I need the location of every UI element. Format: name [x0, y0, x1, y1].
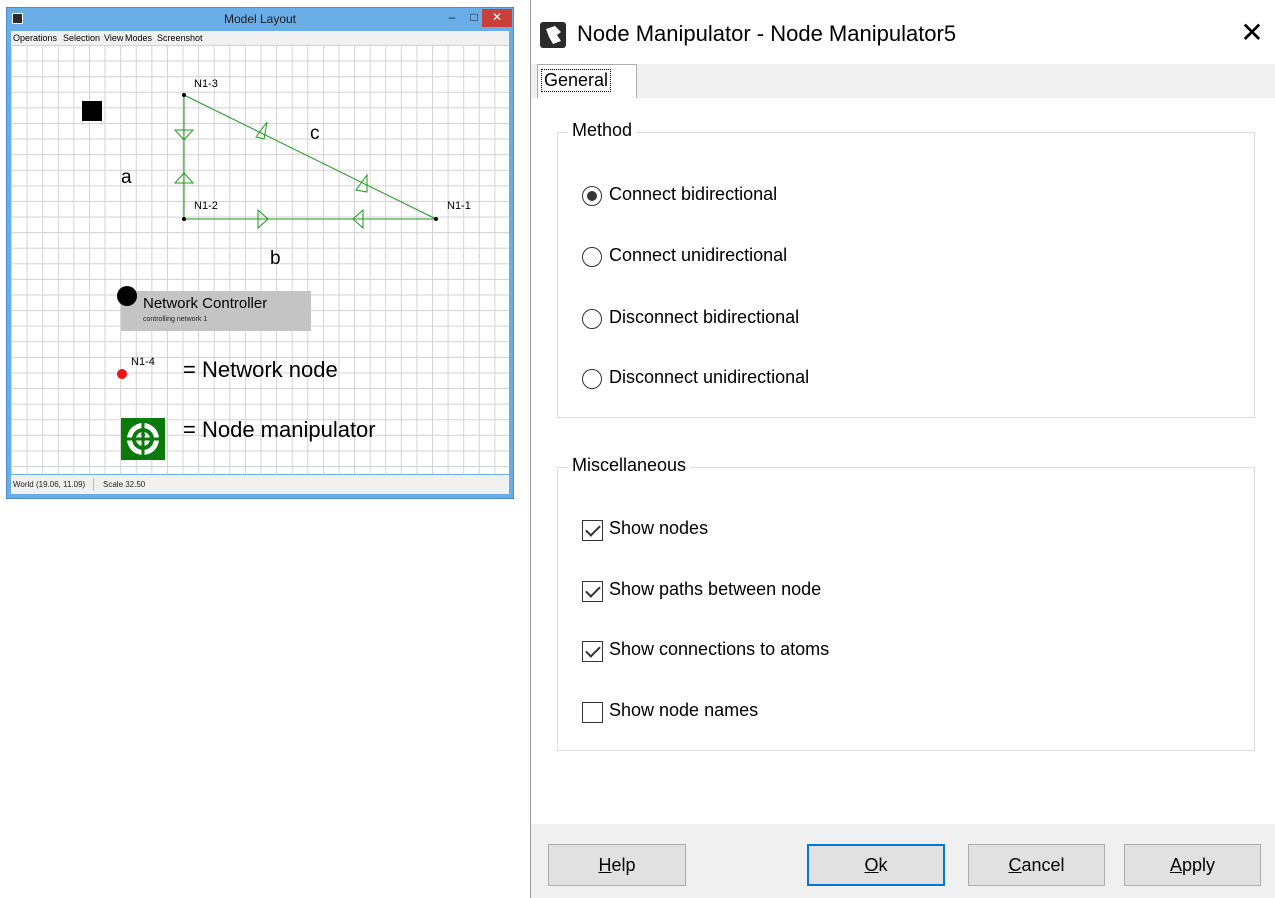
close-icon[interactable]: ✕	[1237, 18, 1267, 48]
app-logo-icon	[546, 26, 561, 44]
method-group: Method Connect bidirectional Connect uni…	[557, 120, 1255, 418]
checkbox-label: Show node names	[609, 700, 759, 720]
tab-strip: General	[531, 64, 1275, 98]
menu-selection[interactable]: Selection	[63, 33, 100, 43]
dialog-title: Node Manipulator - Node Manipulator5	[577, 21, 957, 46]
node-dot[interactable]	[182, 217, 186, 221]
menu-modes[interactable]: Modes	[125, 33, 152, 43]
node-manipulator-icon[interactable]: 2	[121, 418, 165, 460]
ok-mnemonic: O	[864, 855, 879, 875]
radio-label: Connect bidirectional	[609, 184, 778, 204]
radio-button-icon[interactable]	[582, 247, 602, 267]
legend-network-node: = Network node	[183, 357, 338, 382]
checkbox-icon[interactable]	[582, 641, 603, 662]
cancel-mnemonic: C	[1008, 855, 1022, 875]
radio-label: Disconnect bidirectional	[609, 307, 800, 327]
checkbox-label: Show connections to atoms	[609, 639, 830, 659]
status-world: World (19.06, 11.09)	[13, 480, 86, 489]
help-mnemonic: H	[598, 855, 612, 875]
apply-mnemonic: A	[1169, 855, 1182, 875]
node-manipulator-dialog: Node Manipulator - Node Manipulator5 ✕ G…	[530, 0, 1275, 898]
radio-label: Disconnect unidirectional	[609, 367, 810, 387]
arrow-icon	[355, 173, 368, 193]
apply-label: pply	[1181, 855, 1216, 875]
node-label-n1-2: N1-2	[194, 200, 218, 212]
node-label-n1-4: N1-4	[131, 356, 155, 368]
radio-button-icon[interactable]	[582, 309, 602, 329]
checkbox-icon[interactable]	[582, 702, 603, 723]
checkbox-icon[interactable]	[582, 581, 603, 602]
node-label-n1-1: N1-1	[447, 200, 471, 212]
dialog-titlebar: Node Manipulator - Node Manipulator5 ✕	[531, 0, 1275, 64]
controller-icon[interactable]	[117, 286, 137, 306]
edge-label-c: c	[310, 123, 320, 144]
window-title: Model Layout	[223, 12, 297, 26]
radio-button-icon[interactable]	[582, 186, 602, 206]
cancel-label: ancel	[1021, 855, 1065, 875]
ok-label: k	[878, 855, 888, 875]
node-label-n1-3: N1-3	[194, 78, 218, 90]
ok-button[interactable]: Ok	[807, 844, 945, 886]
miscellaneous-group: Miscellaneous Show nodes Show paths betw…	[557, 455, 1255, 751]
dialog-footer: Help Ok Cancel Apply	[531, 824, 1275, 898]
edge-c[interactable]	[183, 94, 437, 220]
manipulator-number: 2	[140, 432, 146, 443]
checkbox-label: Show nodes	[609, 518, 709, 538]
model-canvas[interactable]: N1-3 N1-2 N1-1 a b c Network Controller …	[11, 45, 509, 474]
network-node-dot[interactable]	[117, 369, 127, 379]
menu-screenshot[interactable]: Screenshot	[157, 33, 203, 43]
menubar: Operations Selection View Modes Screensh…	[11, 31, 509, 45]
atom-square[interactable]	[82, 101, 102, 121]
edge-label-b: b	[270, 248, 281, 269]
status-divider	[93, 478, 94, 491]
help-label: elp	[611, 855, 636, 875]
model-layout-titlebar: Model Layout – □ ✕	[7, 8, 513, 31]
minimize-icon[interactable]: –	[441, 9, 463, 27]
method-group-title: Method	[568, 120, 637, 141]
tab-general[interactable]: General	[537, 64, 637, 98]
radio-button-icon[interactable]	[582, 369, 602, 389]
edge-label-a: a	[121, 167, 132, 188]
controller-subtitle: controlling network 1	[143, 316, 208, 323]
legend-node-manipulator: = Node manipulator	[183, 417, 376, 442]
menu-view[interactable]: View	[104, 33, 123, 43]
controller-name: Network Controller	[143, 295, 268, 312]
dialog-body: Method Connect bidirectional Connect uni…	[531, 98, 1275, 824]
miscellaneous-group-title: Miscellaneous	[568, 455, 691, 476]
statusbar: World (19.06, 11.09) Scale 32.50	[11, 475, 509, 494]
arrow-icon	[255, 121, 268, 140]
node-dot[interactable]	[182, 93, 186, 97]
apply-button[interactable]: Apply	[1124, 844, 1261, 886]
help-button[interactable]: Help	[548, 844, 686, 886]
checkbox-icon[interactable]	[582, 520, 603, 541]
status-scale: Scale 32.50	[103, 480, 146, 489]
model-layout-window: Model Layout – □ ✕ Operations Selection …	[6, 7, 514, 499]
close-icon[interactable]: ✕	[482, 9, 512, 27]
node-dot[interactable]	[434, 217, 438, 221]
radio-label: Connect unidirectional	[609, 245, 788, 265]
network-controller[interactable]: Network Controller controlling network 1	[121, 291, 311, 331]
menu-operations[interactable]: Operations	[13, 33, 57, 43]
checkbox-label: Show paths between node	[609, 579, 822, 599]
cancel-button[interactable]: Cancel	[968, 844, 1105, 886]
app-icon	[540, 22, 566, 48]
tab-general-label: General	[541, 69, 612, 92]
